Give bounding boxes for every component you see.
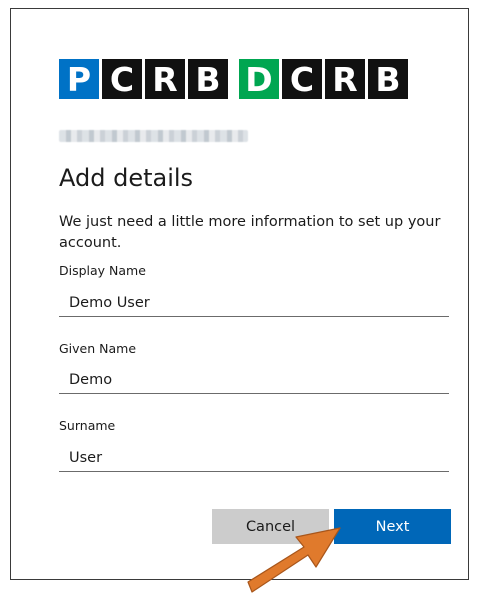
display-name-field[interactable] bbox=[59, 289, 449, 317]
logo-letter: B bbox=[188, 59, 228, 99]
dcrb-logo: D C R B bbox=[239, 59, 408, 99]
logo-letter: P bbox=[59, 59, 99, 99]
display-name-label: Display Name bbox=[59, 263, 146, 278]
logo-letter: C bbox=[282, 59, 322, 99]
logo-letter: C bbox=[102, 59, 142, 99]
given-name-label: Given Name bbox=[59, 341, 137, 356]
redacted-email bbox=[59, 130, 248, 142]
logo-letter: D bbox=[239, 59, 279, 99]
surname-label: Surname bbox=[59, 418, 116, 433]
logo-letter: R bbox=[145, 59, 185, 99]
given-name-field[interactable] bbox=[59, 366, 449, 394]
pcrb-logo: P C R B bbox=[59, 59, 228, 99]
signup-dialog: P C R B D C R B Add details We just need… bbox=[10, 8, 469, 580]
pcrb-dcrb-logo: P C R B D C R B bbox=[59, 59, 408, 99]
logo-letter: R bbox=[325, 59, 365, 99]
surname-field[interactable] bbox=[59, 444, 449, 472]
page-title: Add details bbox=[59, 164, 194, 192]
logo-letter: B bbox=[368, 59, 408, 99]
intro-text: We just need a little more information t… bbox=[59, 214, 441, 251]
arrow-pointer-icon bbox=[247, 527, 341, 593]
